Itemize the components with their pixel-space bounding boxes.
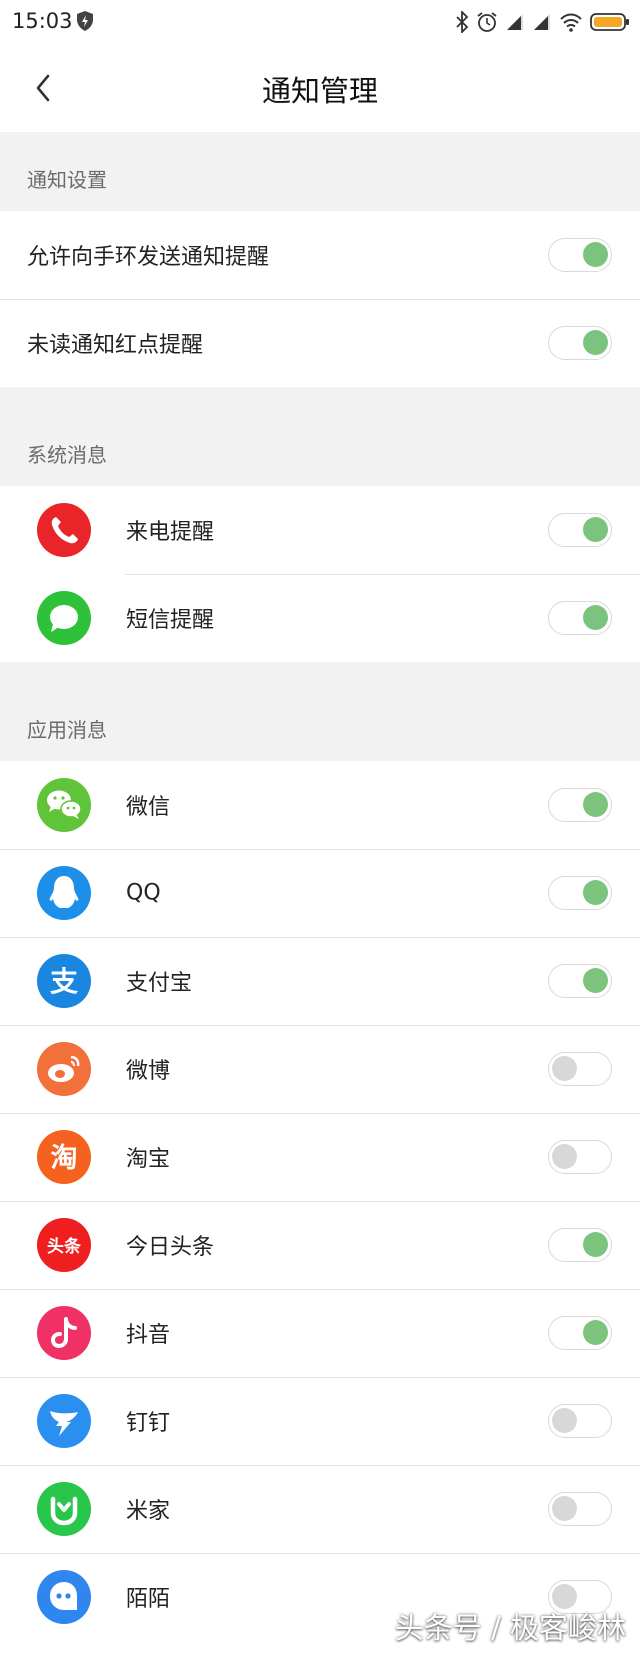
section-label: 系统消息 xyxy=(27,443,107,467)
divider xyxy=(0,1289,640,1290)
app-label: 支付宝 xyxy=(126,971,193,996)
toggle-knob xyxy=(583,517,608,542)
toggle-knob xyxy=(583,968,608,993)
app-row-toutiao[interactable]: 头条 今日头条 xyxy=(0,1201,640,1289)
unread-dot-toggle[interactable] xyxy=(548,326,612,360)
signal-icon xyxy=(534,14,550,30)
toggle-knob xyxy=(583,1232,608,1257)
setting-label: 允许向手环发送通知提醒 xyxy=(27,245,270,270)
alarm-icon xyxy=(477,12,497,32)
svg-text:淘: 淘 xyxy=(51,1143,78,1174)
status-icons xyxy=(455,10,630,34)
message-icon xyxy=(37,591,91,645)
divider xyxy=(0,1465,640,1466)
divider xyxy=(125,574,640,575)
weibo-toggle[interactable] xyxy=(548,1052,612,1086)
shield-icon xyxy=(77,11,93,31)
douyin-icon xyxy=(37,1306,91,1360)
app-row-taobao[interactable]: 淘 淘宝 xyxy=(0,1113,640,1201)
toggle-knob xyxy=(583,605,608,630)
app-label: 抖音 xyxy=(126,1323,171,1348)
divider xyxy=(0,1553,640,1554)
weibo-icon xyxy=(37,1042,91,1096)
divider xyxy=(0,937,640,938)
app-label: 米家 xyxy=(126,1499,171,1524)
toggle-knob xyxy=(552,1408,577,1433)
phone-icon xyxy=(37,503,91,557)
setting-label: 未读通知红点提醒 xyxy=(27,333,204,358)
status-bar: 15:03 xyxy=(0,0,640,44)
wifi-icon xyxy=(560,13,582,32)
toggle-knob xyxy=(552,1496,577,1521)
app-label: 淘宝 xyxy=(126,1147,171,1172)
setting-row-unread-dot[interactable]: 未读通知红点提醒 xyxy=(0,299,640,387)
bluetooth-icon xyxy=(456,11,469,33)
app-row-qq[interactable]: QQ xyxy=(0,849,640,937)
toggle-knob xyxy=(583,1320,608,1345)
app-label: QQ xyxy=(126,880,161,906)
app-label: 今日头条 xyxy=(126,1235,215,1260)
app-row-douyin[interactable]: 抖音 xyxy=(0,1289,640,1377)
battery-icon xyxy=(590,13,629,31)
section-header-apps: 应用消息 xyxy=(0,662,640,761)
divider xyxy=(0,1025,640,1026)
toggle-knob xyxy=(552,1144,577,1169)
page-title: 通知管理 xyxy=(261,74,378,108)
app-label: 微博 xyxy=(126,1059,171,1084)
app-row-alipay[interactable]: 支 支付宝 xyxy=(0,937,640,1025)
setting-row-band-notify[interactable]: 允许向手环发送通知提醒 xyxy=(0,211,640,299)
watermark: 头条号 / 极客峻林 xyxy=(394,1611,626,1645)
call-toggle[interactable] xyxy=(548,513,612,547)
momo-icon xyxy=(37,1570,91,1624)
divider xyxy=(0,849,640,850)
app-label: 陌陌 xyxy=(126,1587,171,1612)
taobao-icon: 淘 xyxy=(37,1130,91,1184)
divider xyxy=(0,1113,640,1114)
system-row-sms[interactable]: 短信提醒 xyxy=(0,574,640,662)
section-header-system: 系统消息 xyxy=(0,387,640,486)
alipay-icon: 支 xyxy=(37,954,91,1008)
svg-text:支: 支 xyxy=(50,965,78,998)
toggle-knob xyxy=(583,330,608,355)
toggle-knob xyxy=(583,880,608,905)
section-label: 应用消息 xyxy=(27,718,107,742)
band-notify-toggle[interactable] xyxy=(548,238,612,272)
system-label: 短信提醒 xyxy=(126,608,215,633)
dingtalk-icon xyxy=(37,1394,91,1448)
toggle-knob xyxy=(583,792,608,817)
divider xyxy=(0,1377,640,1378)
app-row-wechat[interactable]: 微信 xyxy=(0,761,640,849)
divider xyxy=(0,299,640,300)
section-label: 通知设置 xyxy=(27,168,107,192)
qq-icon xyxy=(37,866,91,920)
taobao-toggle[interactable] xyxy=(548,1140,612,1174)
mijia-toggle[interactable] xyxy=(548,1492,612,1526)
toutiao-icon: 头条 xyxy=(37,1218,91,1272)
alipay-toggle[interactable] xyxy=(548,964,612,998)
toggle-knob xyxy=(583,242,608,267)
app-row-mijia[interactable]: 米家 xyxy=(0,1465,640,1553)
app-label: 微信 xyxy=(126,795,171,820)
system-row-call[interactable]: 来电提醒 xyxy=(0,486,640,574)
system-label: 来电提醒 xyxy=(126,520,215,545)
app-row-dingtalk[interactable]: 钉钉 xyxy=(0,1377,640,1465)
qq-toggle[interactable] xyxy=(548,876,612,910)
title-bar: 通知管理 xyxy=(0,44,640,132)
sms-toggle[interactable] xyxy=(548,601,612,635)
app-label: 钉钉 xyxy=(126,1411,171,1436)
toutiao-toggle[interactable] xyxy=(548,1228,612,1262)
toggle-knob xyxy=(552,1056,577,1081)
app-row-weibo[interactable]: 微博 xyxy=(0,1025,640,1113)
douyin-toggle[interactable] xyxy=(548,1316,612,1350)
divider xyxy=(0,1201,640,1202)
svg-text:头条: 头条 xyxy=(47,1236,82,1257)
wechat-toggle[interactable] xyxy=(548,788,612,822)
status-time: 15:03 xyxy=(12,9,73,33)
signal-icon xyxy=(507,14,523,30)
dingtalk-toggle[interactable] xyxy=(548,1404,612,1438)
section-header-notify-settings: 通知设置 xyxy=(0,132,640,211)
wechat-icon xyxy=(37,778,91,832)
mijia-icon xyxy=(37,1482,91,1536)
